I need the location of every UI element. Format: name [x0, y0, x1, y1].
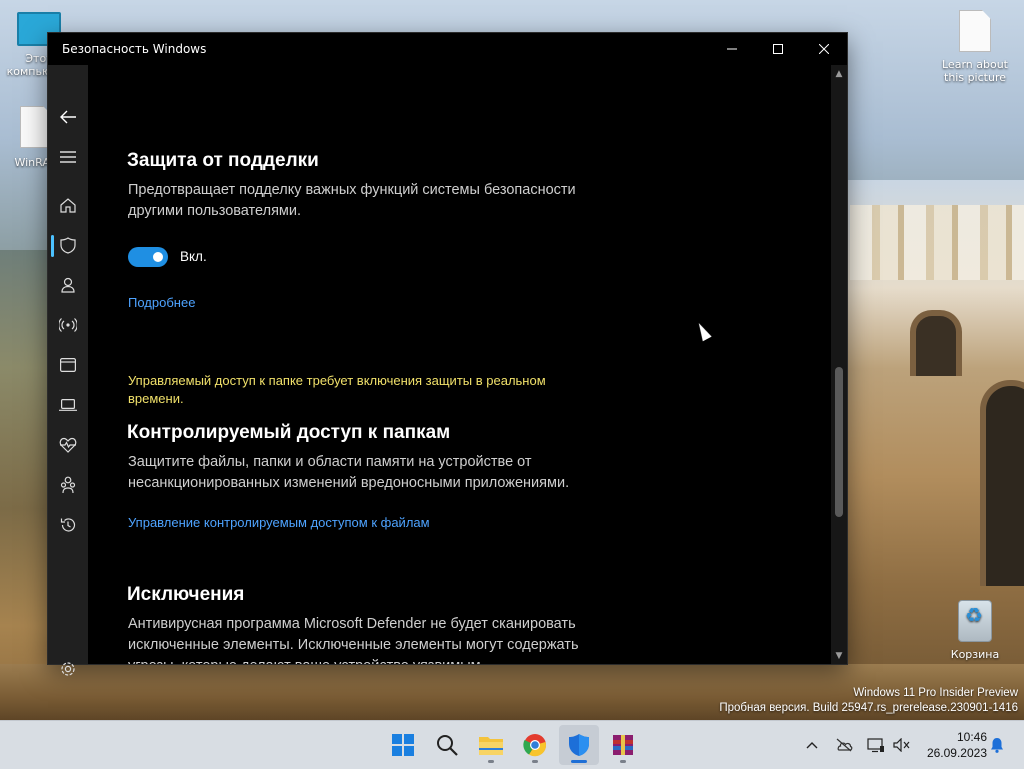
desktop-icon-label: Learn about this picture: [942, 58, 1008, 84]
window-icon: [60, 358, 76, 372]
running-indicator: [571, 760, 587, 763]
close-button[interactable]: [801, 33, 847, 65]
windows-security-window: Безопасность Windows Защита от подделки …: [48, 33, 847, 676]
chrome-icon: [523, 734, 547, 757]
back-button[interactable]: [48, 97, 88, 137]
onedrive-icon: [836, 738, 853, 752]
window-title: Безопасность Windows: [62, 42, 207, 56]
maximize-button[interactable]: [755, 33, 801, 65]
scrollbar-thumb[interactable]: [835, 367, 843, 517]
main-content: Защита от подделки Предотвращает подделк…: [88, 65, 831, 664]
windows-security-icon: [569, 734, 589, 756]
chevron-up-icon: [806, 742, 818, 749]
winrar-icon: [613, 735, 633, 755]
heart-pulse-icon: [59, 437, 77, 453]
onedrive-tray[interactable]: [832, 733, 856, 757]
nav-family-options[interactable]: [48, 465, 88, 505]
minimize-icon: [727, 48, 737, 50]
desktop-icon-label: Корзина: [950, 648, 1000, 661]
search-button[interactable]: [427, 725, 467, 765]
volume-tray[interactable]: [890, 733, 914, 757]
tray-overflow-button[interactable]: [800, 733, 824, 757]
network-tray[interactable]: [864, 733, 888, 757]
scroll-up-icon[interactable]: ▲: [834, 69, 844, 79]
manage-cfa-link[interactable]: Управление контролируемым доступом к фай…: [128, 515, 430, 530]
home-icon: [60, 198, 76, 213]
nav-device-security[interactable]: [48, 385, 88, 425]
desktop-icon-recycle-bin[interactable]: Корзина: [944, 600, 1006, 661]
toggle-state-label: Вкл.: [180, 249, 207, 264]
controlled-folder-access-title: Контролируемый доступ к папкам: [127, 422, 451, 443]
wireless-icon: [59, 318, 77, 332]
minimize-button[interactable]: [709, 33, 755, 65]
nav-app-browser-control[interactable]: [48, 345, 88, 385]
close-icon: [819, 44, 829, 54]
network-icon: [867, 738, 884, 753]
scroll-down-icon[interactable]: ▼: [834, 651, 844, 661]
winrar-button[interactable]: [603, 725, 643, 765]
wallpaper-left: [0, 250, 48, 720]
nav-settings[interactable]: [48, 649, 88, 689]
person-icon: [61, 277, 75, 293]
exclusions-title: Исключения: [127, 584, 245, 605]
maximize-icon: [773, 44, 783, 54]
taskbar-clock[interactable]: 10:46 26.09.2023: [917, 729, 987, 761]
laptop-icon: [59, 399, 77, 411]
title-bar[interactable]: Безопасность Windows: [48, 33, 847, 65]
running-indicator: [532, 760, 538, 763]
controlled-folder-access-desc: Защитите файлы, папки и области памяти н…: [128, 454, 570, 491]
exclusions-desc: Антивирусная программа Microsoft Defende…: [128, 616, 579, 664]
learn-more-link[interactable]: Подробнее: [128, 295, 195, 310]
toggle-knob: [153, 252, 163, 262]
running-indicator: [488, 760, 494, 763]
nav-account-protection[interactable]: [48, 265, 88, 305]
wallpaper-arch: [910, 310, 962, 376]
running-indicator: [620, 760, 626, 763]
wallpaper-arch-large: [980, 380, 1024, 586]
shield-icon: [60, 236, 76, 254]
recycle-bin-icon: [958, 600, 992, 642]
os-watermark: Windows 11 Pro Insider Preview Пробная в…: [719, 686, 1018, 716]
document-icon: [959, 10, 991, 52]
nav-virus-protection[interactable]: [48, 225, 88, 265]
back-arrow-icon: [60, 110, 76, 124]
gear-icon: [61, 662, 75, 676]
nav-protection-history[interactable]: [48, 505, 88, 545]
nav-device-performance[interactable]: [48, 425, 88, 465]
nav-rail: [48, 65, 88, 676]
clock-date: 26.09.2023: [926, 746, 987, 760]
volume-muted-icon: [893, 738, 910, 752]
history-icon: [60, 518, 76, 532]
tamper-protection-toggle[interactable]: [128, 247, 168, 267]
menu-button[interactable]: [48, 137, 88, 177]
desktop-icon-learn-picture[interactable]: Learn about this picture: [938, 10, 1012, 84]
tamper-protection-desc: Предотвращает подделку важных функций си…: [128, 182, 576, 219]
cfa-warning-text: Управляемый доступ к папке требует включ…: [128, 373, 546, 406]
hamburger-icon: [60, 151, 76, 163]
windows-security-taskbar-button[interactable]: [559, 725, 599, 765]
family-icon: [60, 476, 76, 494]
watermark-line1: Windows 11 Pro Insider Preview: [853, 687, 1018, 699]
bell-icon: [991, 738, 1003, 753]
notifications-button[interactable]: [985, 733, 1009, 757]
clock-time: 10:46: [956, 730, 987, 744]
chrome-button[interactable]: [515, 725, 555, 765]
watermark-line2: Пробная версия. Build 25947.rs_prereleas…: [719, 702, 1018, 714]
tamper-protection-title: Защита от подделки: [127, 150, 319, 171]
nav-home[interactable]: [48, 185, 88, 225]
nav-firewall[interactable]: [48, 305, 88, 345]
taskbar: 10:46 26.09.2023: [0, 720, 1024, 769]
start-button[interactable]: [383, 725, 423, 765]
file-explorer-button[interactable]: [471, 725, 511, 765]
wallpaper-town: [850, 205, 1024, 280]
search-icon: [437, 735, 458, 756]
vertical-scrollbar[interactable]: ▲ ▼: [831, 65, 847, 664]
file-explorer-icon: [479, 737, 503, 755]
windows-start-icon: [392, 734, 414, 756]
